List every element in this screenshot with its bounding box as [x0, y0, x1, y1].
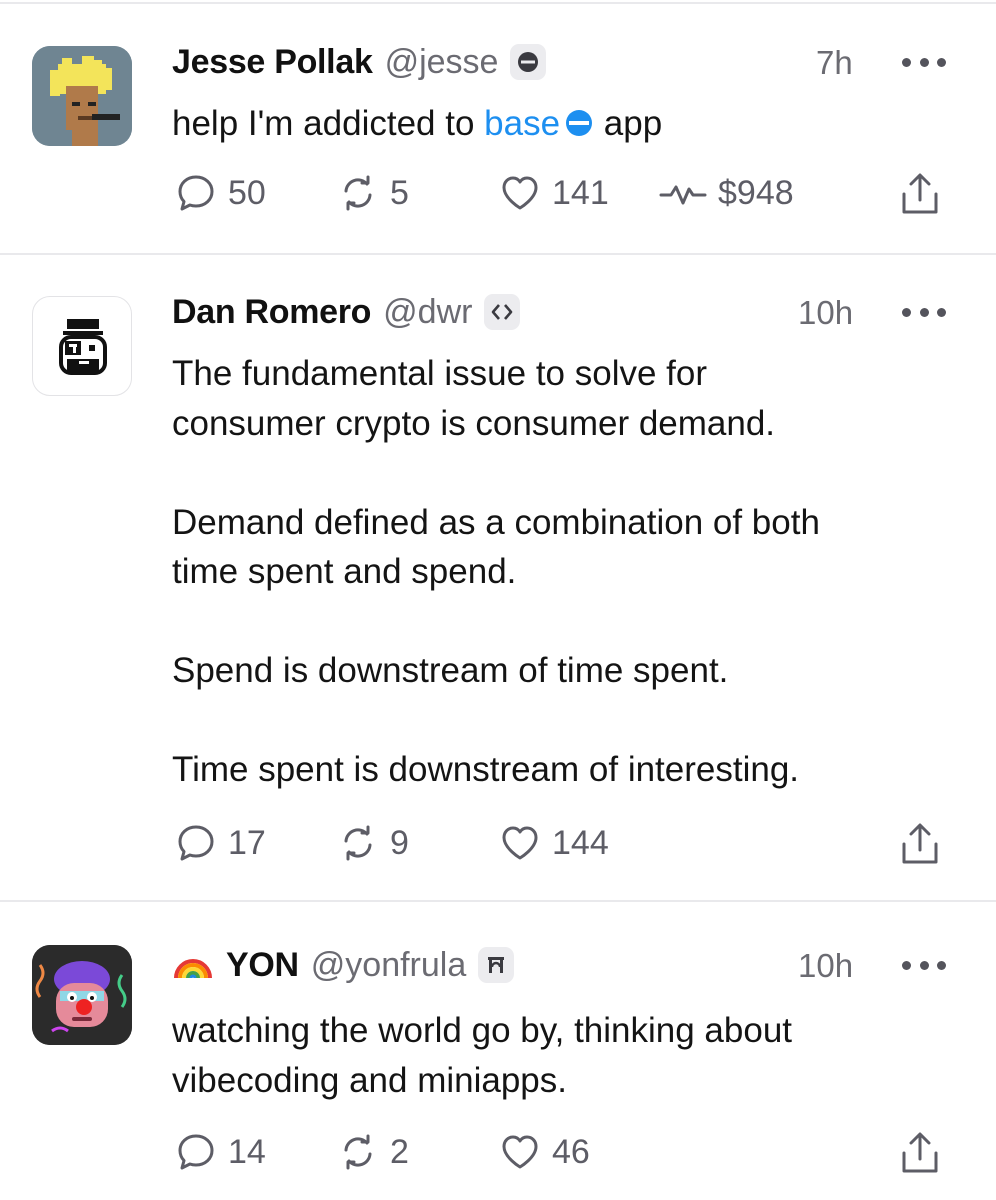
post-actions: 14 2 46: [172, 1129, 996, 1175]
reply-button[interactable]: 50: [174, 170, 266, 216]
share-button[interactable]: [898, 820, 942, 873]
post-text: The fundamental issue to solve for consu…: [172, 354, 820, 789]
username-handle[interactable]: @yonfrula: [311, 946, 466, 985]
tip-button[interactable]: $948: [658, 170, 794, 216]
recast-arrows-icon: [336, 1130, 380, 1174]
like-count: 46: [552, 1132, 590, 1171]
recast-count: 9: [390, 823, 409, 862]
post-header: Dan Romero @dwr: [172, 290, 996, 334]
post-divider: [0, 253, 996, 255]
text-segment: app: [594, 104, 663, 143]
avatar-yon[interactable]: [32, 945, 132, 1045]
post-timestamp: 10h: [798, 294, 854, 331]
like-button[interactable]: 144: [498, 820, 609, 866]
post-header: YON @yonfrula: [172, 943, 996, 987]
username-handle[interactable]: @jesse: [385, 43, 499, 82]
heart-icon: [498, 821, 542, 865]
reply-count: 14: [228, 1132, 266, 1171]
comment-bubble-icon: [174, 821, 218, 865]
power-badge-icon: [484, 294, 521, 330]
username-handle[interactable]: @dwr: [383, 293, 472, 332]
post-jesse-pollak[interactable]: Jesse Pollak @jesse 7h help I'm addicted…: [0, 0, 996, 254]
display-name[interactable]: YON: [226, 946, 299, 985]
post-divider: [0, 900, 996, 902]
recast-button[interactable]: 9: [336, 820, 409, 866]
comment-bubble-icon: [174, 1130, 218, 1174]
recast-arrows-icon: [336, 171, 380, 215]
post-actions: 17 9 144: [172, 820, 996, 866]
rainbow-emoji: [174, 959, 212, 979]
share-button[interactable]: [898, 1129, 942, 1182]
recast-button[interactable]: 5: [336, 170, 409, 216]
comment-bubble-icon: [174, 171, 218, 215]
post-dan-romero[interactable]: Dan Romero @dwr 10h The fundamental issu…: [0, 256, 996, 900]
display-name[interactable]: Dan Romero: [172, 293, 371, 332]
avatar-dan-romero[interactable]: [32, 296, 132, 396]
display-name[interactable]: Jesse Pollak: [172, 43, 373, 82]
text-segment: help I'm addicted to: [172, 104, 485, 143]
post-timestamp: 10h: [798, 947, 854, 984]
share-upload-icon: [898, 1129, 942, 1177]
more-options-button[interactable]: [902, 56, 946, 68]
recast-arrows-icon: [336, 821, 380, 865]
more-options-button[interactable]: [902, 959, 946, 971]
base-logo-icon: [566, 110, 593, 136]
share-upload-icon: [898, 820, 942, 868]
tip-amount: $948: [718, 173, 794, 212]
base-app-badge-icon: [510, 44, 547, 80]
like-count: 141: [552, 173, 609, 212]
post-header: Jesse Pollak @jesse: [172, 40, 996, 84]
reply-button[interactable]: 14: [174, 1129, 266, 1175]
recast-count: 2: [390, 1132, 409, 1171]
recast-button[interactable]: 2: [336, 1129, 409, 1175]
base-mention-link[interactable]: base: [484, 104, 560, 143]
post-actions: 50 5 141 $948: [172, 170, 996, 216]
like-button[interactable]: 141: [498, 170, 609, 216]
avatar-jesse-pollak[interactable]: [32, 46, 132, 146]
post-text: watching the world go by, thinking about…: [172, 1011, 793, 1100]
reply-button[interactable]: 17: [174, 820, 266, 866]
gate-badge-icon: [478, 947, 515, 983]
post-timestamp: 7h: [816, 44, 853, 81]
post-yon[interactable]: YON @yonfrula 10h watching the world go …: [0, 903, 996, 1200]
reply-count: 50: [228, 173, 266, 212]
reply-count: 17: [228, 823, 266, 862]
more-options-button[interactable]: [902, 306, 946, 318]
like-button[interactable]: 46: [498, 1129, 590, 1175]
heart-icon: [498, 1130, 542, 1174]
share-button[interactable]: [898, 170, 942, 223]
like-count: 144: [552, 823, 609, 862]
heart-icon: [498, 171, 542, 215]
post-text: help I'm addicted to base app: [172, 99, 926, 149]
recast-count: 5: [390, 173, 409, 212]
share-upload-icon: [898, 170, 942, 218]
pulse-icon: [658, 171, 708, 215]
